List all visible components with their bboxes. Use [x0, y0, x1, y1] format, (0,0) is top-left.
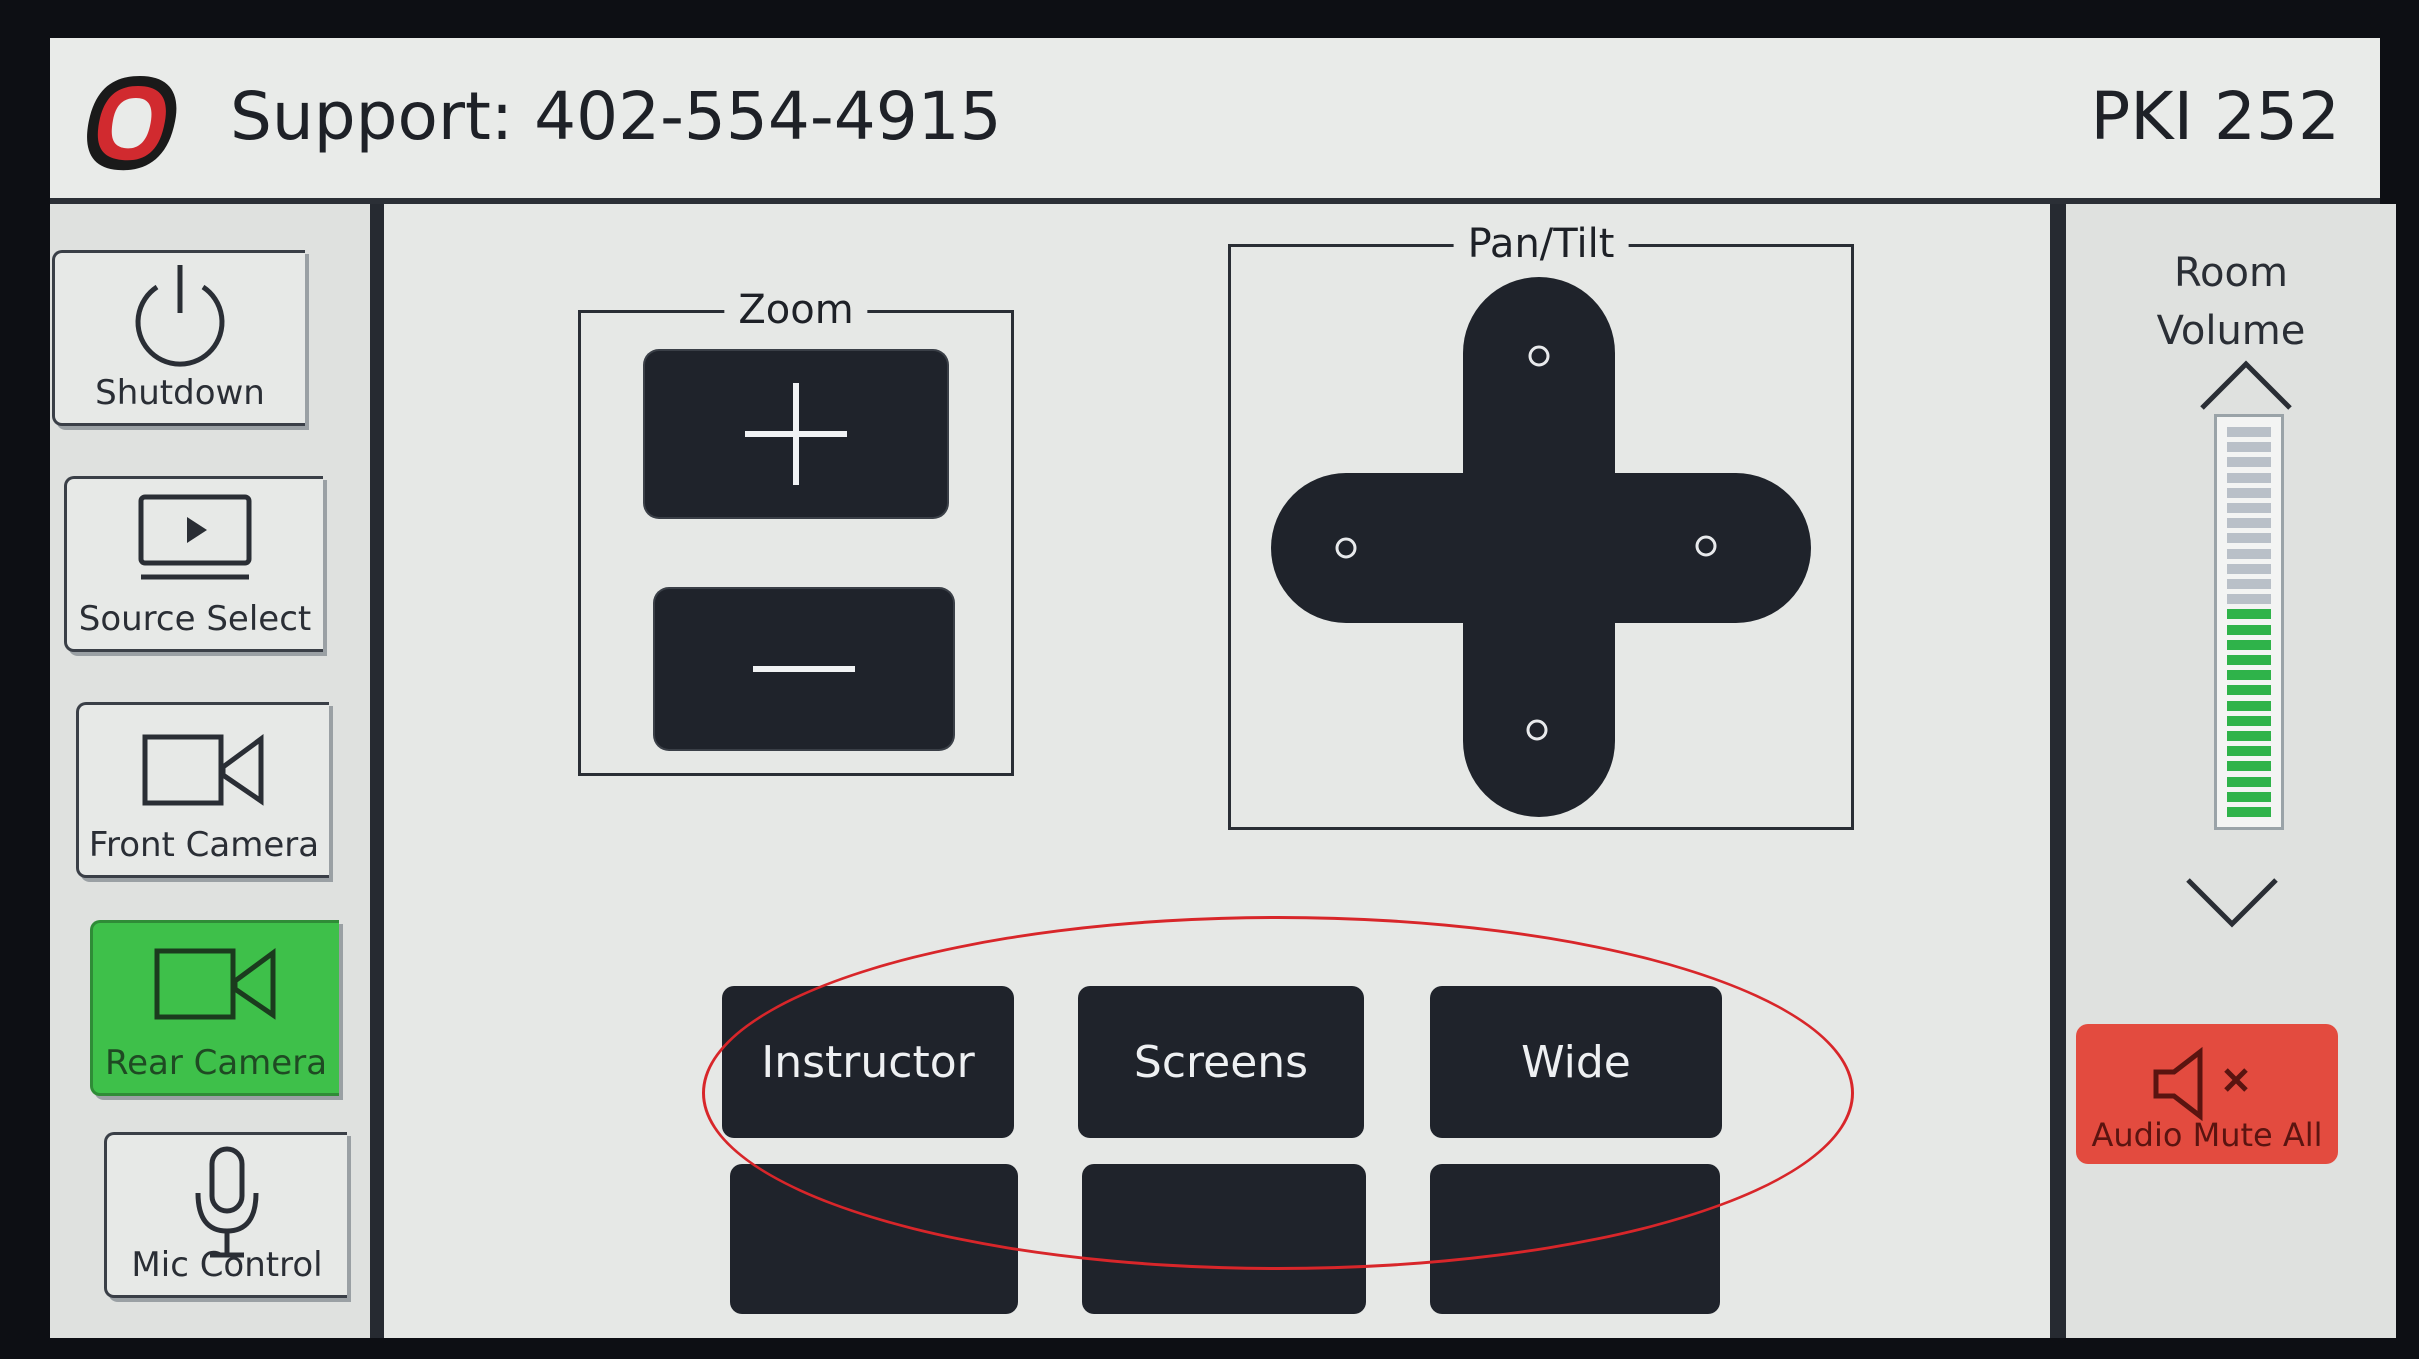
support-phone: Support: 402-554-4915 [230, 78, 1002, 155]
volume-meter-segment [2227, 548, 2271, 559]
volume-meter-segment [2227, 533, 2271, 544]
volume-panel: Room Volume Audio Mute All [2050, 204, 2396, 1338]
speaker-mute-icon [2153, 1046, 2248, 1122]
source-select-label: Source Select [78, 599, 312, 639]
circle-icon [1526, 719, 1548, 741]
volume-meter-segment [2227, 579, 2271, 589]
source-select-button[interactable]: Source Select [64, 476, 323, 652]
volume-meter-segment [2227, 594, 2271, 605]
touch-panel-screen: Support: 402-554-4915 PKI 252 Shutdown S… [50, 38, 2396, 1338]
volume-meter-segment [2227, 609, 2271, 620]
preset-wide-button[interactable]: Wide [1430, 986, 1722, 1138]
volume-meter-segment [2227, 472, 2271, 483]
preset-empty-button[interactable] [1082, 1164, 1366, 1314]
room-name: PKI 252 [2090, 78, 2341, 155]
volume-meter-segment [2227, 807, 2271, 817]
tilt-down-button[interactable] [1463, 623, 1615, 817]
volume-meter-segment [2227, 457, 2271, 468]
volume-meter-segment [2227, 563, 2271, 574]
mic-control-button[interactable]: Mic Control [104, 1132, 347, 1298]
room-volume-label: Room Volume [2066, 244, 2396, 360]
shutdown-label: Shutdown [95, 373, 265, 413]
circle-icon [1335, 537, 1357, 559]
zoom-title: Zoom [724, 287, 868, 333]
volume-meter-segment [2227, 655, 2271, 665]
volume-meter-segment [2227, 685, 2271, 696]
preset-instructor-button[interactable]: Instructor [722, 986, 1014, 1138]
zoom-out-button[interactable] [655, 589, 953, 749]
volume-meter-segment [2227, 639, 2271, 650]
preset-empty-button[interactable] [1430, 1164, 1720, 1314]
room-volume-line2: Volume [2156, 308, 2306, 354]
volume-meter-segment [2227, 746, 2271, 757]
volume-meter-segment [2227, 442, 2271, 453]
zoom-panel: Zoom [578, 287, 1014, 776]
chevron-down-icon[interactable] [2182, 874, 2282, 934]
volume-meter-segment [2227, 731, 2271, 741]
audio-mute-all-label: Audio Mute All [2091, 1116, 2323, 1154]
camera-icon [154, 948, 276, 1020]
room-volume-line1: Room [2174, 250, 2288, 296]
university-o-logo [87, 76, 177, 171]
camera-icon [142, 734, 264, 806]
volume-meter-segment [2227, 791, 2271, 802]
power-icon [135, 265, 225, 367]
pan-left-button[interactable] [1271, 473, 1463, 623]
circle-icon [1695, 535, 1717, 557]
volume-meter-segment [2227, 503, 2271, 513]
rear-camera-label: Rear Camera [104, 1043, 328, 1083]
display-play-icon [138, 494, 252, 580]
circle-icon [1528, 345, 1550, 367]
pan-right-button[interactable] [1615, 473, 1811, 623]
volume-meter-segment [2227, 761, 2271, 772]
minus-icon [753, 666, 855, 672]
volume-meter-segment [2227, 487, 2271, 498]
mic-control-label: Mic Control [131, 1245, 323, 1285]
volume-meter-segment [2227, 624, 2271, 635]
front-camera-label: Front Camera [88, 825, 320, 865]
pan-tilt-panel: Pan/Tilt [1228, 221, 1854, 830]
header-bar: Support: 402-554-4915 PKI 252 [50, 38, 2380, 204]
zoom-in-button[interactable] [645, 351, 947, 517]
volume-meter-segment [2227, 670, 2271, 681]
plus-icon [745, 383, 847, 485]
audio-mute-all-button[interactable]: Audio Mute All [2076, 1024, 2338, 1164]
volume-meter-segment [2227, 427, 2271, 437]
pan-tilt-title: Pan/Tilt [1453, 221, 1629, 267]
preset-screens-button[interactable]: Screens [1078, 986, 1364, 1138]
tilt-up-button[interactable] [1463, 277, 1615, 443]
rear-camera-button[interactable]: Rear Camera [90, 920, 339, 1096]
left-nav: Shutdown Source Select Front Camera Rear… [50, 204, 384, 1338]
preset-empty-button[interactable] [730, 1164, 1018, 1314]
volume-meter-segment [2227, 715, 2271, 726]
volume-meter-segment [2227, 776, 2271, 787]
front-camera-button[interactable]: Front Camera [76, 702, 329, 878]
volume-meter-segment [2227, 518, 2271, 529]
chevron-up-icon[interactable] [2196, 354, 2296, 414]
volume-meter-segment [2227, 700, 2271, 711]
volume-meter [2214, 414, 2284, 830]
shutdown-button[interactable]: Shutdown [52, 250, 305, 426]
